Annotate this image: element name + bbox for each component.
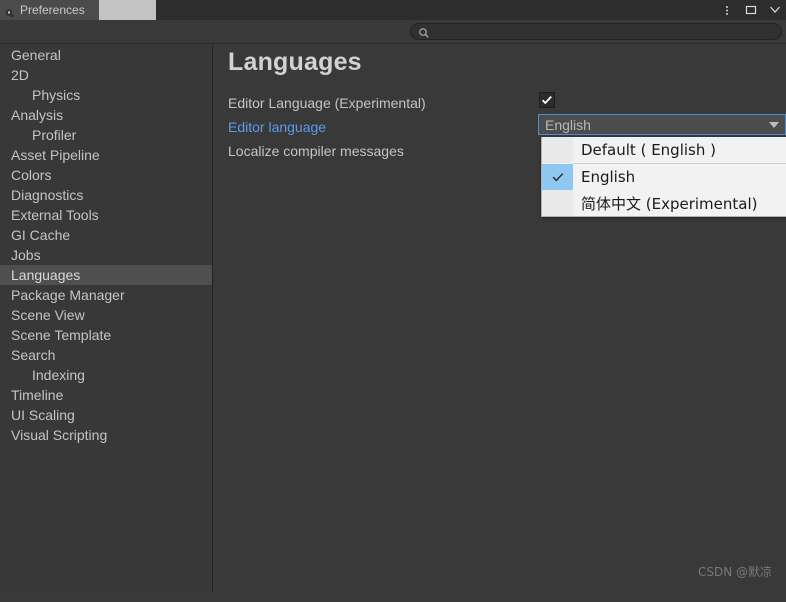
maximize-icon[interactable]	[744, 3, 758, 17]
menu-gutter	[542, 190, 573, 216]
menu-gutter	[542, 137, 573, 163]
sidebar-item-search[interactable]: Search	[0, 345, 212, 365]
sidebar-item-2d[interactable]: 2D	[0, 65, 212, 85]
search-box[interactable]	[410, 23, 782, 41]
tab-label: Preferences	[20, 3, 85, 17]
sidebar-item-physics[interactable]: Physics	[0, 85, 212, 105]
more-menu-icon[interactable]	[720, 3, 734, 17]
search-input[interactable]	[435, 24, 769, 41]
sidebar-item-general[interactable]: General	[0, 45, 212, 65]
window-controls	[720, 0, 782, 20]
titlebar-filler	[156, 0, 786, 20]
search-icon	[418, 26, 430, 38]
sidebar-item-jobs[interactable]: Jobs	[0, 245, 212, 265]
menu-item[interactable]: 简体中文 (Experimental)	[542, 190, 786, 216]
menu-item-label: English	[581, 168, 636, 186]
menu-item[interactable]: English	[542, 164, 786, 190]
settings-category-list[interactable]: General 2D Physics Analysis Profiler Asset Pi…	[0, 45, 213, 592]
sidebar-item-package-manager[interactable]: Package Manager	[0, 285, 212, 305]
dropdown-value: English	[545, 117, 591, 133]
chevron-down-icon	[769, 122, 779, 128]
tab-preferences[interactable]: Preferences	[0, 0, 99, 20]
preferences-window: Preferences General 2D Physics Analysis …	[0, 0, 786, 602]
sidebar-item-scene-template[interactable]: Scene Template	[0, 325, 212, 345]
sidebar-item-diagnostics[interactable]: Diagnostics	[0, 185, 212, 205]
sidebar-item-scene-view[interactable]: Scene View	[0, 305, 212, 325]
sidebar-item-analysis[interactable]: Analysis	[0, 105, 212, 125]
menu-item-label: Default ( English )	[581, 141, 716, 159]
sidebar-item-colors[interactable]: Colors	[0, 165, 212, 185]
editor-language-dropdown[interactable]: English	[538, 114, 786, 135]
watermark: CSDN @默凉	[697, 565, 772, 579]
editor-language-experimental-checkbox[interactable]	[539, 92, 555, 108]
check-icon	[542, 164, 573, 190]
sidebar-item-visual-scripting[interactable]: Visual Scripting	[0, 425, 212, 445]
search-toolbar	[0, 20, 786, 44]
label-editor-language-experimental: Editor Language (Experimental)	[228, 95, 426, 111]
sidebar-item-languages[interactable]: Languages	[0, 265, 212, 285]
settings-detail-pane: Languages Editor Language (Experimental)…	[214, 45, 786, 592]
label-editor-language[interactable]: Editor language	[228, 119, 326, 135]
sidebar-item-profiler[interactable]: Profiler	[0, 125, 212, 145]
editor-language-dropdown-menu[interactable]: Default ( English ) English 简体中文 (Experime…	[541, 137, 786, 217]
menu-item[interactable]: Default ( English )	[542, 137, 786, 163]
close-icon[interactable]	[768, 3, 782, 17]
sidebar-item-timeline[interactable]: Timeline	[0, 385, 212, 405]
sidebar-item-external-tools[interactable]: External Tools	[0, 205, 212, 225]
menu-item-label: 简体中文 (Experimental)	[581, 194, 758, 213]
sidebar-item-gi-cache[interactable]: GI Cache	[0, 225, 212, 245]
label-localize-compiler-messages: Localize compiler messages	[228, 143, 404, 159]
preferences-gear-icon	[5, 5, 16, 18]
sidebar-item-asset-pipeline[interactable]: Asset Pipeline	[0, 145, 212, 165]
sidebar-item-ui-scaling[interactable]: UI Scaling	[0, 405, 212, 425]
title-bar: Preferences	[0, 0, 786, 20]
sidebar-item-indexing[interactable]: Indexing	[0, 365, 212, 385]
page-title: Languages	[228, 48, 362, 76]
